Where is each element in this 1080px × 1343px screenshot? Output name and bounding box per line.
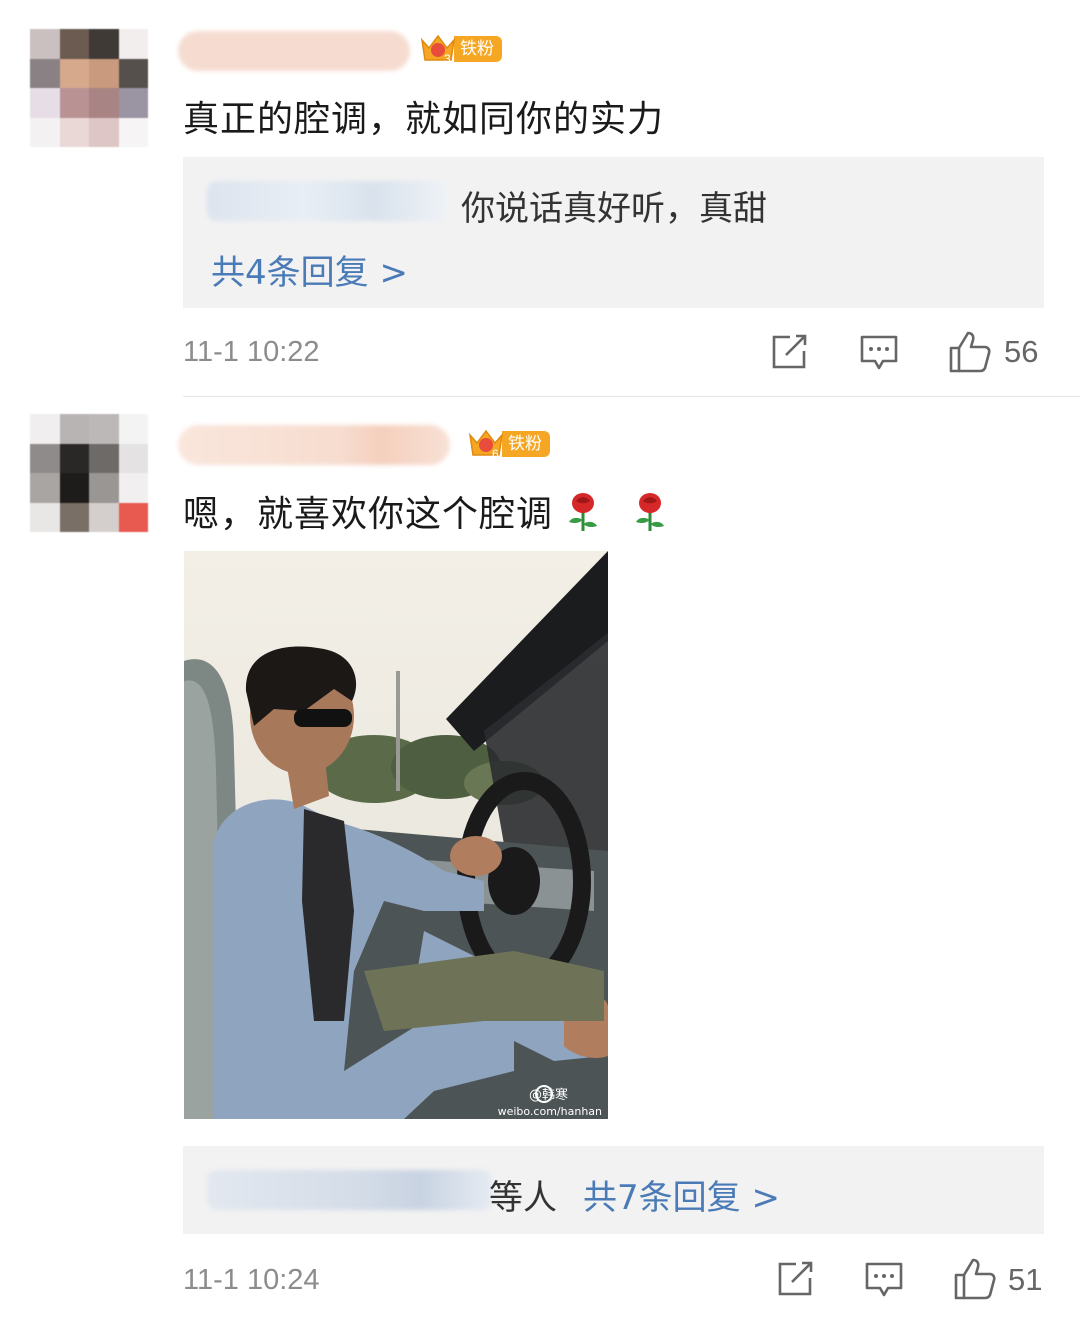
like-count: 51: [1008, 1262, 1043, 1297]
rose-icon: [565, 492, 601, 532]
avatar[interactable]: [30, 29, 148, 147]
like-icon: [954, 1258, 996, 1300]
username-blurred[interactable]: [178, 425, 450, 465]
comment-icon: [860, 335, 898, 370]
comment-text: 真正的腔调，就如同你的实力: [183, 99, 665, 140]
timestamp: 11-1 10:22: [183, 336, 320, 368]
like-button[interactable]: [953, 1257, 997, 1305]
crown-icon: 6: [466, 427, 506, 461]
fan-badge[interactable]: 3 铁粉: [418, 32, 502, 66]
comment-text-body: 嗯，就喜欢你这个腔调: [183, 494, 554, 535]
username-blurred[interactable]: [178, 31, 410, 71]
avatar[interactable]: [30, 414, 148, 532]
reply-preview: 你说话真好听，真甜: [461, 189, 767, 229]
repost-icon: [778, 1261, 813, 1296]
reply-prefix: 等人: [489, 1178, 557, 1218]
comment-button[interactable]: [859, 333, 899, 377]
like-icon: [949, 331, 991, 373]
reply-box[interactable]: 你说话真好听，真甜 共4条回复 >: [183, 157, 1044, 308]
fan-badge-label: 铁粉: [454, 36, 502, 62]
reply-box[interactable]: 等人 共7条回复 >: [183, 1146, 1044, 1234]
crown-icon: 3: [418, 32, 458, 66]
fan-badge-label: 铁粉: [502, 431, 550, 457]
like-count: 56: [1004, 334, 1039, 369]
svg-text:3: 3: [444, 52, 451, 66]
timestamp: 11-1 10:24: [183, 1264, 320, 1296]
comment-image[interactable]: @韩寒 weibo.com/hanhan: [184, 551, 608, 1119]
comment-text: 嗯，就喜欢你这个腔调: [183, 485, 668, 537]
rose-icon: [632, 492, 668, 532]
view-replies-link[interactable]: 共4条回复 >: [211, 245, 408, 294]
repost-icon: [772, 334, 807, 369]
comment-icon: [865, 1262, 903, 1297]
like-button[interactable]: [948, 330, 992, 378]
reply-usernames-blurred[interactable]: [207, 1170, 492, 1210]
comment-item: 3 铁粉 真正的腔调，就如同你的实力 你说话真好听，真甜 共4条回复 > 11-…: [0, 0, 1080, 397]
svg-text:6: 6: [492, 447, 499, 461]
repost-button[interactable]: [776, 1260, 816, 1302]
image-watermark-sub: weibo.com/hanhan: [498, 1105, 602, 1118]
reply-username-blurred[interactable]: [207, 181, 447, 221]
comment-button[interactable]: [864, 1260, 904, 1304]
repost-button[interactable]: [770, 333, 810, 375]
fan-badge[interactable]: 6 铁粉: [466, 427, 550, 461]
view-replies-link[interactable]: 共7条回复 >: [583, 1170, 780, 1219]
